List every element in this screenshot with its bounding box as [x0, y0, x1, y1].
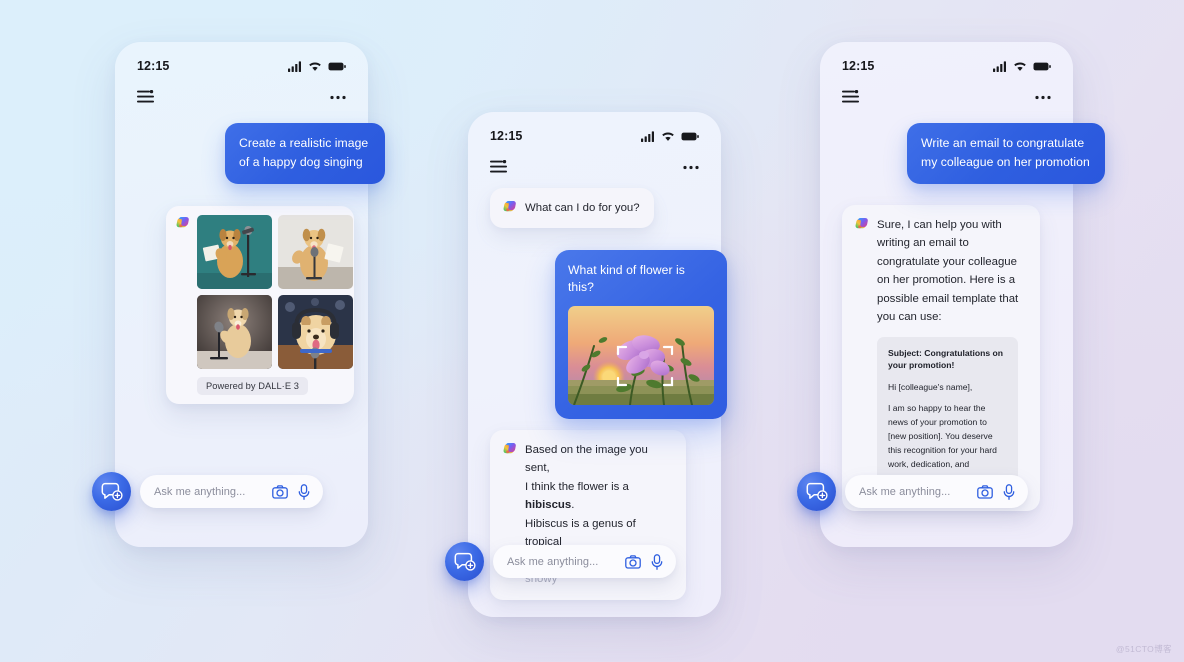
user-message-bubble: Create a realistic image of a happy dog …: [225, 123, 385, 185]
email-body-visible: I am so happy to hear the news of your p…: [888, 403, 997, 469]
phone-screen-2: 12:15 What can I do for you? What kind o…: [445, 112, 727, 617]
composer-icons: [625, 553, 663, 570]
email-subject-line: Subject: Congratulations on your promoti…: [888, 347, 1004, 371]
image-thumbnail-grid: [197, 215, 353, 369]
status-icon-group: [993, 60, 1051, 72]
menu-filter-icon[interactable]: [490, 160, 507, 174]
bot-answer-bubble: Sure, I can help you with writing an ema…: [842, 205, 1040, 511]
ask-input-placeholder[interactable]: Ask me anything...: [859, 486, 977, 498]
copilot-logo-icon: [502, 199, 517, 214]
microphone-icon[interactable]: [298, 483, 310, 500]
menu-filter-icon[interactable]: [842, 90, 859, 104]
wifi-icon: [308, 61, 322, 72]
status-bar: 12:15: [842, 58, 1051, 74]
status-bar: 12:15: [137, 58, 346, 74]
image-thumbnail[interactable]: [278, 295, 353, 369]
new-chat-icon[interactable]: [92, 472, 131, 511]
more-options-icon[interactable]: [1035, 95, 1051, 100]
image-thumbnail[interactable]: [278, 215, 353, 289]
copilot-logo-icon: [502, 441, 517, 456]
status-icon-group: [641, 130, 699, 142]
more-options-icon[interactable]: [683, 165, 699, 170]
status-clock: 12:15: [490, 129, 523, 143]
answer-line-2-pre: I think the flower is a: [525, 480, 629, 493]
ask-input-bar[interactable]: Ask me anything...: [845, 475, 1028, 508]
copilot-logo-icon: [175, 215, 190, 230]
bot-answer-intro: Sure, I can help you with writing an ema…: [877, 219, 1019, 324]
composer-icons: [272, 483, 310, 500]
watermark-text: @51CTO博客: [1115, 644, 1172, 654]
ask-input-bar[interactable]: Ask me anything...: [493, 545, 676, 578]
battery-icon: [681, 131, 699, 142]
status-clock: 12:15: [842, 59, 875, 73]
bot-greeting-text: What can I do for you?: [525, 202, 640, 214]
composer-row-1: Ask me anything...: [92, 472, 323, 511]
microphone-icon[interactable]: [651, 553, 663, 570]
app-bar: [842, 86, 1051, 108]
status-bar: 12:15: [490, 128, 699, 144]
answer-keyword: hibiscus: [525, 499, 572, 512]
camera-icon[interactable]: [625, 554, 641, 569]
battery-icon: [328, 61, 346, 72]
camera-icon[interactable]: [272, 484, 288, 499]
phone-screen-1: 12:15 Create a realistic image of a happ…: [92, 42, 385, 547]
user-message-bubble: Write an email to congratulate my collea…: [907, 123, 1105, 185]
menu-filter-icon[interactable]: [137, 90, 154, 104]
new-chat-icon[interactable]: [797, 472, 836, 511]
app-bar: [137, 86, 346, 108]
photo-question-text: What kind of flower is this?: [568, 263, 685, 295]
phone-screen-3: 12:15 Write an email to congratulate my …: [797, 42, 1105, 547]
new-chat-icon[interactable]: [445, 542, 484, 581]
attached-photo[interactable]: [568, 306, 714, 406]
status-icon-group: [288, 60, 346, 72]
image-thumbnail[interactable]: [197, 215, 272, 289]
ask-input-placeholder[interactable]: Ask me anything...: [507, 556, 625, 568]
image-credit-badge: Powered by DALL·E 3: [197, 377, 308, 395]
copilot-logo-icon: [854, 216, 869, 231]
ask-input-bar[interactable]: Ask me anything...: [140, 475, 323, 508]
status-clock: 12:15: [137, 59, 170, 73]
signal-icon: [993, 60, 1007, 72]
user-photo-message-bubble: What kind of flower is this?: [555, 250, 727, 420]
battery-icon: [1033, 61, 1051, 72]
ask-input-placeholder[interactable]: Ask me anything...: [154, 486, 272, 498]
generated-images-card: Powered by DALL·E 3: [166, 206, 354, 404]
answer-line-2: I think the flower is a hibiscus.: [525, 478, 674, 515]
app-bar: [490, 156, 699, 178]
composer-icons: [977, 483, 1015, 500]
composer-row-2: Ask me anything...: [445, 542, 676, 581]
wifi-icon: [1013, 61, 1027, 72]
composer-row-3: Ask me anything...: [797, 472, 1028, 511]
signal-icon: [641, 130, 655, 142]
wifi-icon: [661, 131, 675, 142]
answer-line-1: Based on the image you sent,: [525, 444, 648, 475]
more-options-icon[interactable]: [330, 95, 346, 100]
microphone-icon[interactable]: [1003, 483, 1015, 500]
email-greeting-line: Hi [colleague's name],: [888, 381, 973, 392]
answer-line-2-post: .: [571, 499, 575, 512]
signal-icon: [288, 60, 302, 72]
bot-greeting-bubble: What can I do for you?: [490, 188, 654, 229]
image-thumbnail[interactable]: [197, 295, 272, 369]
camera-icon[interactable]: [977, 484, 993, 499]
